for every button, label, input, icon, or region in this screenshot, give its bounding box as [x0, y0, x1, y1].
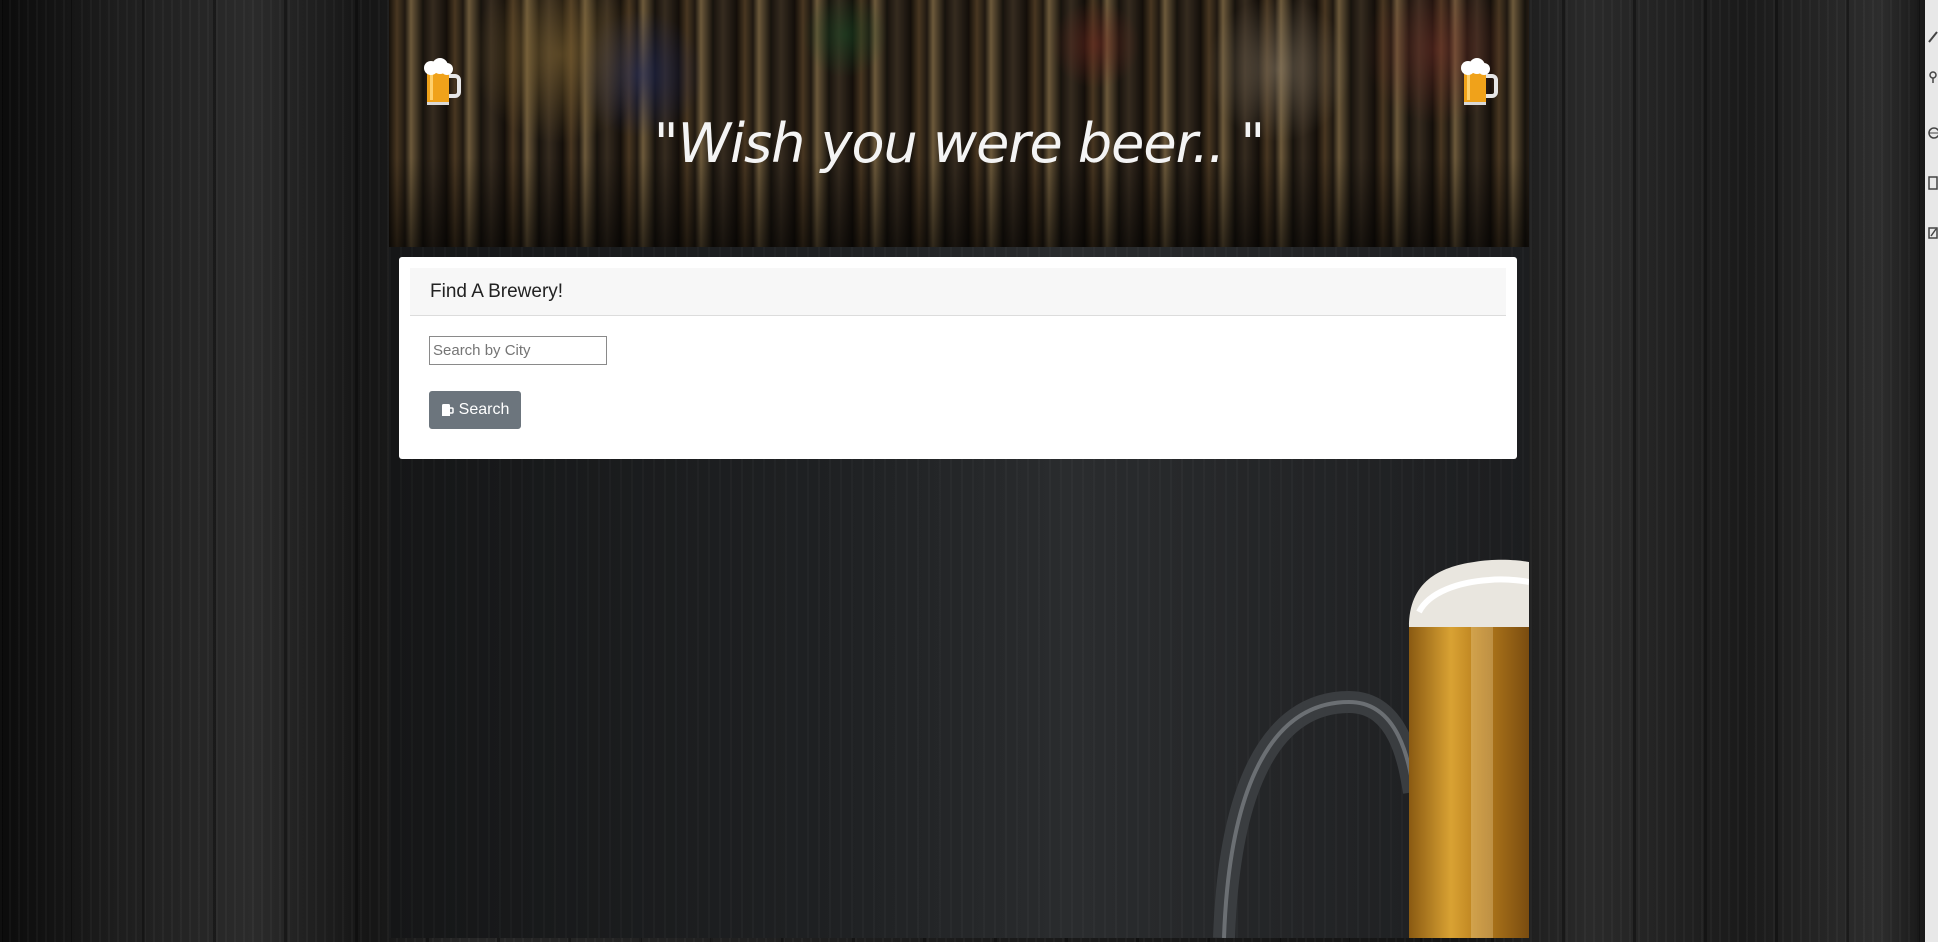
card-header: Find A Brewery! — [410, 268, 1506, 316]
edit-icon[interactable] — [1927, 226, 1938, 240]
page-container: "Wish you were beer.. " Find A Brewery! — [389, 0, 1529, 938]
globe-icon[interactable] — [1927, 126, 1938, 140]
beer-icon — [441, 404, 454, 416]
beer-mug-icon — [1461, 58, 1498, 105]
hero-tagline: "Wish you were beer.. " — [653, 112, 1265, 175]
pin-icon[interactable] — [1927, 70, 1938, 84]
book-icon[interactable] — [1927, 176, 1938, 190]
browser-side-toolbar — [1925, 0, 1938, 942]
search-card: Find A Brewery! Search — [399, 257, 1517, 459]
card-title: Find A Brewery! — [430, 281, 564, 302]
search-button-label: Search — [458, 401, 510, 418]
pen-icon[interactable] — [1927, 30, 1938, 44]
city-search-input[interactable] — [429, 336, 607, 365]
beer-mug-icon — [424, 58, 461, 105]
search-button[interactable]: Search — [429, 391, 521, 429]
beer-glass-image — [1213, 559, 1529, 938]
hero-banner: "Wish you were beer.. " — [389, 0, 1529, 247]
